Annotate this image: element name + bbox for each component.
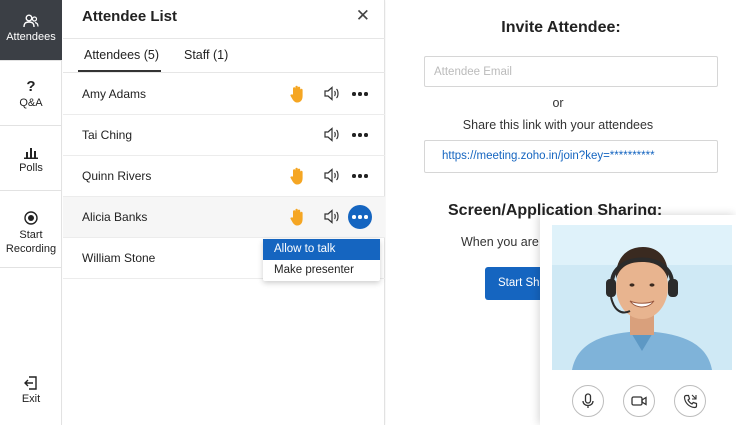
more-options-button[interactable] <box>348 82 372 106</box>
video-camera-icon <box>631 396 647 406</box>
attendee-name: Alicia Banks <box>82 210 148 224</box>
screen-sharing-text: When you are <box>461 235 539 249</box>
nav-qa-label: Q&A <box>19 97 43 109</box>
side-nav: Attendees ? Q&A Polls Start Recording Ex… <box>0 0 62 425</box>
invite-title: Invite Attendee: <box>501 19 621 36</box>
speaker-mute-icon[interactable] <box>324 168 340 183</box>
attendee-email-input[interactable] <box>424 56 718 87</box>
tab-staff[interactable]: Staff (1) <box>184 48 228 62</box>
question-icon: ? <box>26 78 36 95</box>
nav-exit[interactable]: Exit <box>0 376 62 416</box>
camera-button[interactable] <box>623 385 655 417</box>
nav-attendees-label: Attendees <box>6 31 56 43</box>
presenter-video-image <box>552 225 732 370</box>
bar-chart-icon <box>24 148 38 159</box>
attendee-name: William Stone <box>82 251 156 265</box>
attendee-panel: Attendee List ✕ Attendees (5) Staff (1) … <box>63 0 385 425</box>
nav-start-recording[interactable]: Start Recording <box>0 191 62 267</box>
attendee-name: Quinn Rivers <box>82 169 152 183</box>
attendee-row: Quinn Rivers <box>63 156 385 197</box>
nav-attendees[interactable]: Attendees <box>0 0 62 60</box>
nav-qa[interactable]: ? Q&A <box>0 61 62 125</box>
speaker-mute-icon[interactable] <box>324 209 340 224</box>
more-options-button[interactable] <box>348 164 372 188</box>
microphone-icon <box>582 393 594 408</box>
raised-hand-icon <box>290 85 303 103</box>
attendee-name: Tai Ching <box>82 128 133 142</box>
self-video-card <box>540 215 736 425</box>
or-text: or <box>552 96 564 110</box>
attendee-name: Amy Adams <box>82 87 147 101</box>
speaker-mute-icon[interactable] <box>324 86 340 101</box>
share-link-text: Share this link with your attendees <box>462 118 654 132</box>
microphone-button[interactable] <box>572 385 604 417</box>
more-options-button[interactable] <box>348 123 372 147</box>
record-icon <box>24 211 38 225</box>
close-icon[interactable]: ✕ <box>356 6 370 26</box>
speaker-mute-icon[interactable] <box>324 127 340 142</box>
menu-item-make-presenter[interactable]: Make presenter <box>263 260 380 281</box>
meeting-link[interactable]: https://meeting.zoho.in/join?key=*******… <box>424 140 718 173</box>
panel-title: Attendee List <box>82 8 178 25</box>
tab-attendees[interactable]: Attendees (5) <box>84 48 159 62</box>
nav-exit-label: Exit <box>21 393 41 405</box>
attendee-row: Tai Ching <box>63 115 385 156</box>
raised-hand-icon <box>290 167 303 185</box>
nav-polls[interactable]: Polls <box>0 126 62 190</box>
exit-icon <box>24 376 37 390</box>
raised-hand-icon <box>290 208 303 226</box>
nav-polls-label: Polls <box>19 162 43 174</box>
call-button[interactable] <box>674 385 706 417</box>
attendee-row: Alicia Banks <box>63 197 385 238</box>
nav-record-label-1: Start <box>19 229 43 241</box>
phone-icon <box>683 394 697 408</box>
menu-item-allow-to-talk[interactable]: Allow to talk <box>263 239 380 260</box>
attendee-row: Amy Adams <box>63 74 385 115</box>
video-feed <box>552 225 732 370</box>
people-icon <box>23 14 39 28</box>
more-options-button-active[interactable] <box>348 205 372 229</box>
attendee-context-menu: Allow to talk Make presenter <box>263 239 380 281</box>
nav-record-label-2: Recording <box>5 243 57 255</box>
